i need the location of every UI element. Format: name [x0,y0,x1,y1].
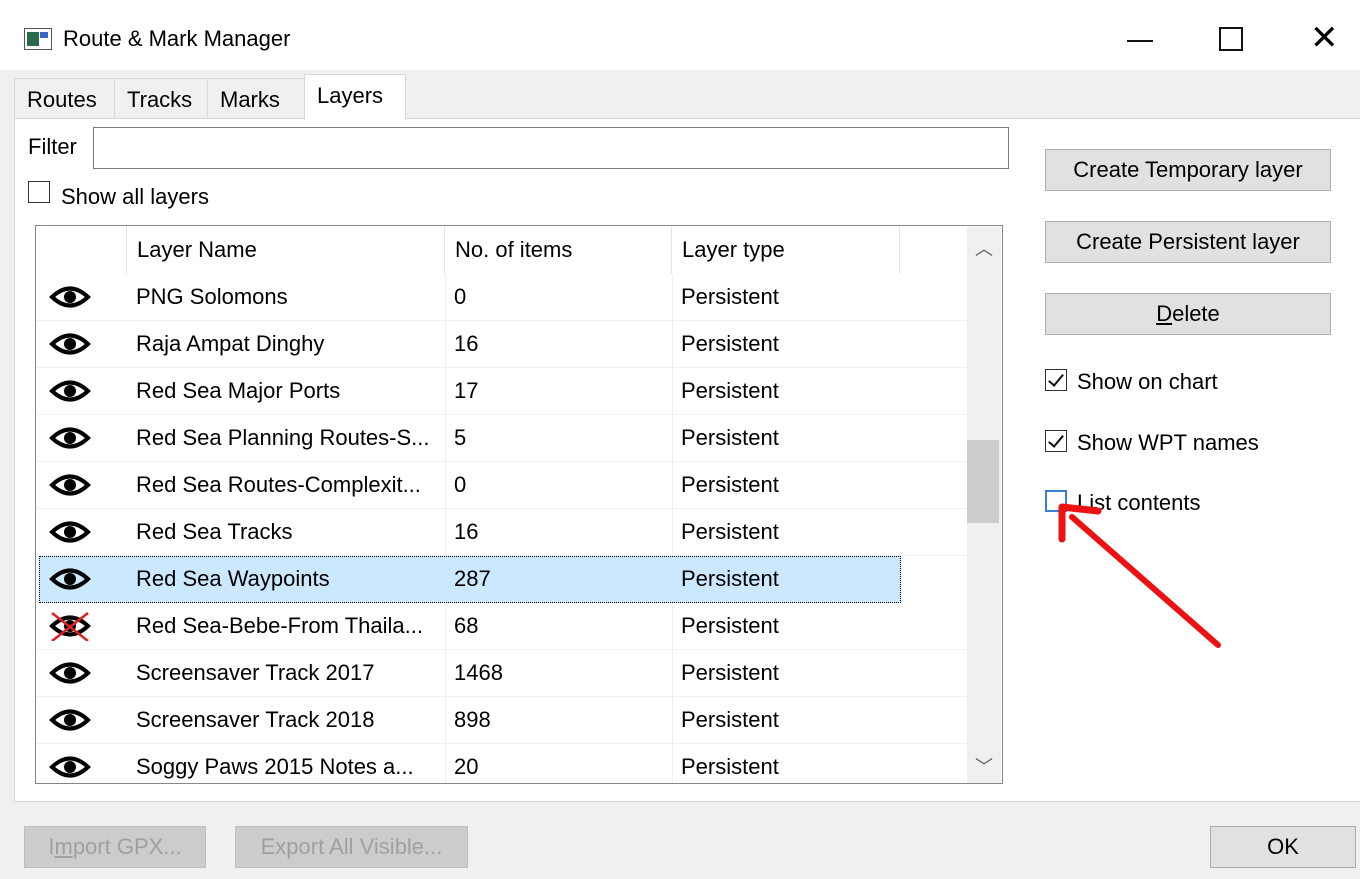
eye-icon[interactable] [42,462,102,508]
eye-icon[interactable] [42,744,102,783]
window-title: Route & Mark Manager [63,26,291,51]
red-arrow-icon [1058,503,1221,648]
export-all-visible-button[interactable]: Export All Visible... [235,826,468,868]
table-row[interactable]: Red Sea Tracks 16 Persistent [36,509,968,556]
layer-type-cell: Persistent [681,378,779,403]
layer-type-cell: Persistent [681,519,779,544]
item-count-cell: 5 [454,425,467,450]
show-wpt-names-checkbox[interactable] [1045,430,1067,452]
scroll-down-arrow-icon[interactable]: ﹀ [967,753,1001,779]
tab-marks[interactable]: Marks [207,78,305,118]
filter-input[interactable] [93,127,1009,169]
layer-name-cell: Red Sea Routes-Complexit... [136,472,421,497]
import-gpx-button[interactable]: Import GPX... [24,826,206,868]
layer-type-cell: Persistent [681,425,779,450]
filter-label: Filter [28,134,77,159]
layers-table[interactable]: Layer Name No. of items Layer type PNG S… [35,225,1003,784]
ok-button[interactable]: OK [1210,826,1356,868]
tab-routes[interactable]: Routes [14,78,115,118]
item-count-cell: 68 [454,613,479,638]
layer-type-cell: Persistent [681,331,779,356]
eye-icon[interactable] [42,556,102,602]
table-row[interactable]: PNG Solomons 0 Persistent [36,274,968,321]
item-count-cell: 16 [454,331,479,356]
item-count-cell: 20 [454,754,479,779]
layer-name-cell: Red Sea Major Ports [136,378,341,403]
layer-name-cell: Raja Ampat Dinghy [136,331,325,356]
item-count-cell: 0 [454,284,467,309]
layer-name-cell: Screensaver Track 2018 [136,707,375,732]
eye-hidden-icon[interactable] [42,603,102,649]
scrollbar-thumb[interactable] [967,440,999,523]
eye-icon[interactable] [42,321,102,367]
tab-tracks[interactable]: Tracks [114,78,208,118]
table-row[interactable]: Red Sea Waypoints 287 Persistent [39,556,901,603]
item-count-cell: 287 [454,566,491,591]
table-row[interactable]: Red Sea-Bebe-From Thaila... 68 Persisten… [36,603,968,650]
create-persistent-layer-button[interactable]: Create Persistent layer [1045,221,1331,263]
show-wpt-names-label: Show WPT names [1077,430,1259,455]
layer-name-cell: Red Sea Waypoints [136,566,330,591]
item-count-cell: 1468 [454,660,503,685]
layer-type-cell: Persistent [681,660,779,685]
item-count-cell: 0 [454,472,467,497]
show-on-chart-label: Show on chart [1077,369,1218,394]
item-count-cell: 16 [454,519,479,544]
layer-name-cell: PNG Solomons [136,284,288,309]
layer-type-cell: Persistent [681,707,779,732]
table-row[interactable]: Raja Ampat Dinghy 16 Persistent [36,321,968,368]
layer-name-cell: Red Sea Tracks [136,519,293,544]
eye-icon[interactable] [42,697,102,743]
eye-icon[interactable] [42,274,102,320]
layer-type-cell: Persistent [681,284,779,309]
app-icon [24,28,52,50]
table-row[interactable]: Screensaver Track 2017 1468 Persistent [36,650,968,697]
table-row[interactable]: Red Sea Major Ports 17 Persistent [36,368,968,415]
layer-type-cell: Persistent [681,613,779,638]
show-on-chart-checkbox[interactable] [1045,369,1067,391]
column-header-layer-type[interactable]: Layer type [672,226,900,274]
column-header-item-count[interactable]: No. of items [445,226,672,274]
eye-icon[interactable] [42,509,102,555]
table-row[interactable]: Red Sea Routes-Complexit... 0 Persistent [36,462,968,509]
tab-layers[interactable]: Layers [304,74,406,120]
layer-type-cell: Persistent [681,754,779,779]
eye-icon[interactable] [42,415,102,461]
show-all-layers-checkbox[interactable] [28,181,50,203]
eye-icon[interactable] [42,368,102,414]
layer-name-cell: Screensaver Track 2017 [136,660,375,685]
table-row[interactable]: Screensaver Track 2018 898 Persistent [36,697,968,744]
minimize-button[interactable] [1125,24,1161,54]
item-count-cell: 17 [454,378,479,403]
eye-icon[interactable] [42,650,102,696]
delete-button[interactable]: Delete [1045,293,1331,335]
create-temporary-layer-button[interactable]: Create Temporary layer [1045,149,1331,191]
layer-name-cell: Red Sea-Bebe-From Thaila... [136,613,423,638]
column-header-layer-name[interactable]: Layer Name [127,226,445,274]
table-row[interactable]: Soggy Paws 2015 Notes a... 20 Persistent [36,744,968,783]
show-all-layers-label: Show all layers [61,184,209,209]
table-row[interactable]: Red Sea Planning Routes-S... 5 Persisten… [36,415,968,462]
layer-name-cell: Soggy Paws 2015 Notes a... [136,754,414,779]
scroll-up-arrow-icon[interactable]: ︿ [967,235,1001,261]
column-header-visibility[interactable] [36,226,127,274]
item-count-cell: 898 [454,707,491,732]
layer-type-cell: Persistent [681,566,779,591]
layer-type-cell: Persistent [681,472,779,497]
maximize-button[interactable] [1219,24,1255,54]
layer-name-cell: Red Sea Planning Routes-S... [136,425,430,450]
close-button[interactable]: ✕ [1310,21,1346,55]
